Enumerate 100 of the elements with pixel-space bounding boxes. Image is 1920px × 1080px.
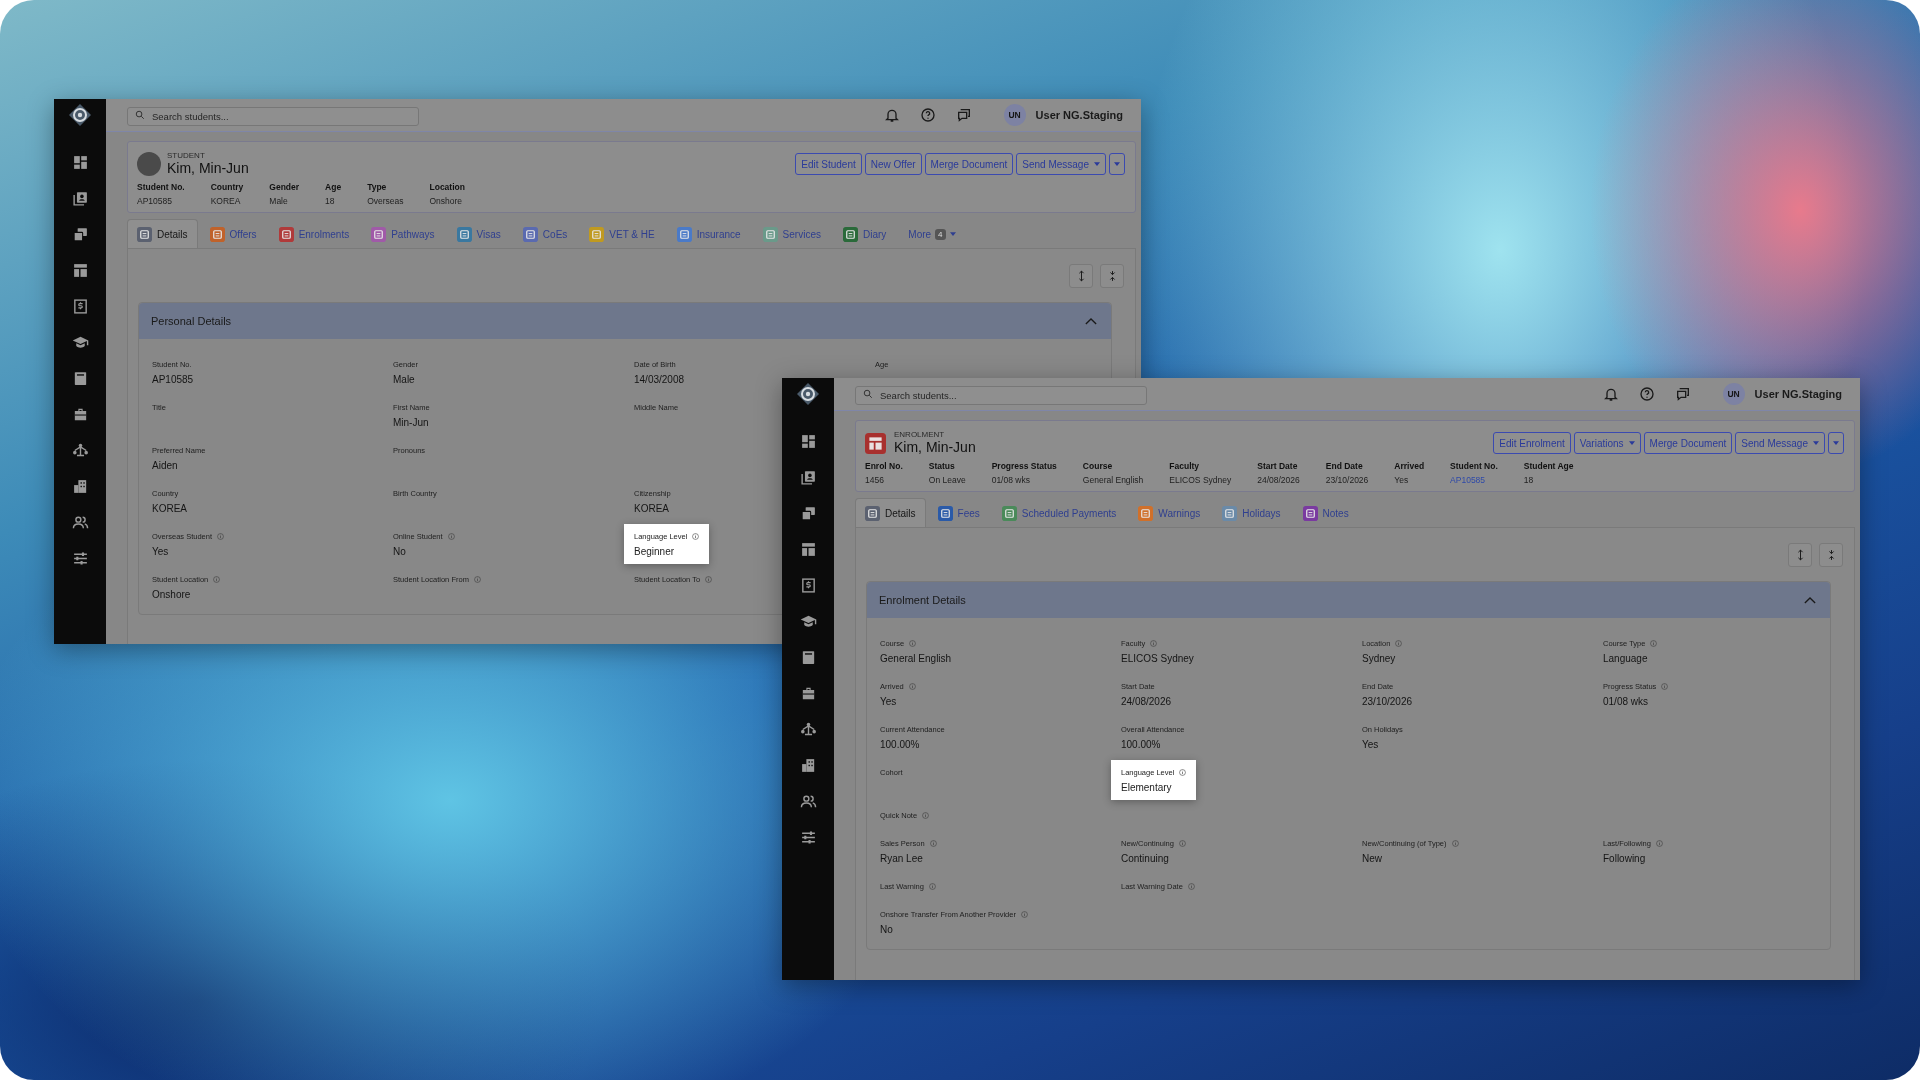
collapse-all-button[interactable]	[1100, 264, 1124, 288]
search-icon	[863, 389, 873, 399]
user-avatar[interactable]: UN	[1722, 383, 1745, 405]
dashboard-icon[interactable]	[71, 154, 89, 171]
expand-all-button[interactable]	[1069, 264, 1093, 288]
field-value: 14/03/2008	[634, 374, 685, 385]
tab[interactable]: Pathways	[361, 219, 445, 248]
field-value: Elementary	[1121, 782, 1173, 793]
tab[interactable]: Fees	[927, 498, 990, 527]
caret-icon	[1813, 441, 1819, 445]
people-icon[interactable]	[799, 793, 817, 810]
action-button[interactable]: Send Message	[1735, 432, 1825, 454]
collapse-icon	[1108, 270, 1116, 282]
graduation-cap-icon[interactable]	[71, 334, 89, 351]
chat-icon[interactable]	[1674, 386, 1691, 402]
action-button[interactable]: Edit Student	[795, 153, 862, 175]
tab[interactable]: Notes	[1292, 498, 1359, 527]
tab[interactable]: Holidays	[1212, 498, 1291, 527]
info-icon[interactable]	[692, 533, 700, 540]
tab[interactable]: Details	[855, 498, 926, 527]
summary-value: Overseas	[367, 196, 404, 206]
layout-icon[interactable]	[71, 262, 89, 279]
tab[interactable]: Scheduled Payments	[991, 498, 1127, 527]
copy-icon[interactable]	[71, 226, 89, 243]
summary-value: 23/10/2026	[1325, 475, 1369, 485]
people-icon[interactable]	[71, 514, 89, 531]
field-value: 24/08/2026	[1121, 696, 1172, 707]
sliders-icon[interactable]	[799, 829, 817, 846]
field-value: 100.00%	[1121, 739, 1162, 750]
network-icon[interactable]	[799, 721, 817, 738]
notification-bell-icon[interactable]	[1602, 386, 1619, 402]
summary-label: Type	[367, 182, 388, 192]
summary-value: ELICOS Sydney	[1169, 475, 1232, 485]
field-value: Beginner	[634, 546, 676, 557]
field-value: Aiden	[152, 460, 179, 471]
field-value: No	[393, 546, 407, 557]
action-button[interactable]: Merge Document	[924, 153, 1014, 175]
notification-bell-icon[interactable]	[883, 107, 900, 123]
tab[interactable]: VET & HE	[579, 219, 665, 248]
tab[interactable]: CoEs	[512, 219, 578, 248]
tab[interactable]: Insurance	[666, 219, 751, 248]
student-link[interactable]: AP10585	[1450, 475, 1498, 485]
layout-icon[interactable]	[799, 541, 817, 558]
summary-label: Arrived	[1394, 461, 1425, 471]
contact-card-icon[interactable]	[799, 469, 817, 486]
action-button[interactable]: New Offer	[864, 153, 922, 175]
user-name[interactable]: User NG.Staging	[1754, 388, 1842, 400]
action-button[interactable]: Send Message	[1016, 153, 1106, 175]
expand-all-button[interactable]	[1788, 543, 1812, 567]
photo-placeholder	[137, 152, 161, 176]
user-name[interactable]: User NG.Staging	[1035, 109, 1123, 121]
field-value: Ryan Lee	[880, 853, 924, 864]
table-icon	[865, 432, 886, 454]
info-icon[interactable]	[1179, 769, 1187, 776]
logo-icon[interactable]	[796, 382, 820, 406]
summary-label: Course	[1082, 461, 1114, 471]
summary-value: 18	[325, 196, 336, 206]
tab[interactable]: Warnings	[1128, 498, 1211, 527]
help-icon[interactable]	[1638, 386, 1655, 402]
graduation-cap-icon[interactable]	[799, 613, 817, 630]
sliders-icon[interactable]	[71, 550, 89, 567]
copy-icon[interactable]	[799, 505, 817, 522]
field-value: Sydney	[1362, 653, 1397, 664]
tab[interactable]: Enrolments	[268, 219, 360, 248]
help-icon[interactable]	[919, 107, 936, 123]
dollar-document-icon[interactable]	[799, 577, 817, 594]
more-tab[interactable]: More 4	[898, 219, 966, 248]
search-field[interactable]: Search students...	[855, 385, 1147, 405]
contact-card-icon[interactable]	[71, 190, 89, 207]
search-field[interactable]: Search students...	[127, 106, 419, 126]
action-button[interactable]: Variations	[1573, 432, 1641, 454]
summary-value: 18	[1523, 475, 1535, 485]
logo-icon[interactable]	[68, 103, 92, 127]
panel-title: Personal Details	[151, 315, 232, 327]
summary-label: Student No.	[1450, 461, 1498, 471]
tab[interactable]: Offers	[199, 219, 267, 248]
panel-header[interactable]: Enrolment Details	[867, 582, 1830, 618]
building-icon[interactable]	[799, 757, 817, 774]
tab[interactable]: Details	[127, 219, 198, 248]
dollar-document-icon[interactable]	[71, 298, 89, 315]
count-badge: 4	[935, 228, 946, 240]
action-button[interactable]: Edit Enrolment	[1493, 432, 1571, 454]
tab[interactable]: Diary	[832, 219, 897, 248]
field-value: AP10585	[152, 374, 194, 385]
building-icon[interactable]	[71, 478, 89, 495]
field-value: Male	[393, 374, 416, 385]
collapse-all-button[interactable]	[1819, 543, 1843, 567]
chat-icon[interactable]	[955, 107, 972, 123]
field-value: General English	[880, 653, 952, 664]
expand-icon	[1796, 549, 1804, 561]
expand-icon	[1077, 270, 1085, 282]
network-icon[interactable]	[71, 442, 89, 459]
summary-value: Yes	[1394, 475, 1410, 485]
record-name: Kim, Min-Jun	[894, 439, 976, 456]
panel-header[interactable]: Personal Details	[139, 303, 1111, 339]
tab[interactable]: Services	[752, 219, 831, 248]
action-button[interactable]: Merge Document	[1643, 432, 1733, 454]
dashboard-icon[interactable]	[799, 433, 817, 450]
tab[interactable]: Visas	[446, 219, 511, 248]
user-avatar[interactable]: UN	[1003, 104, 1026, 126]
